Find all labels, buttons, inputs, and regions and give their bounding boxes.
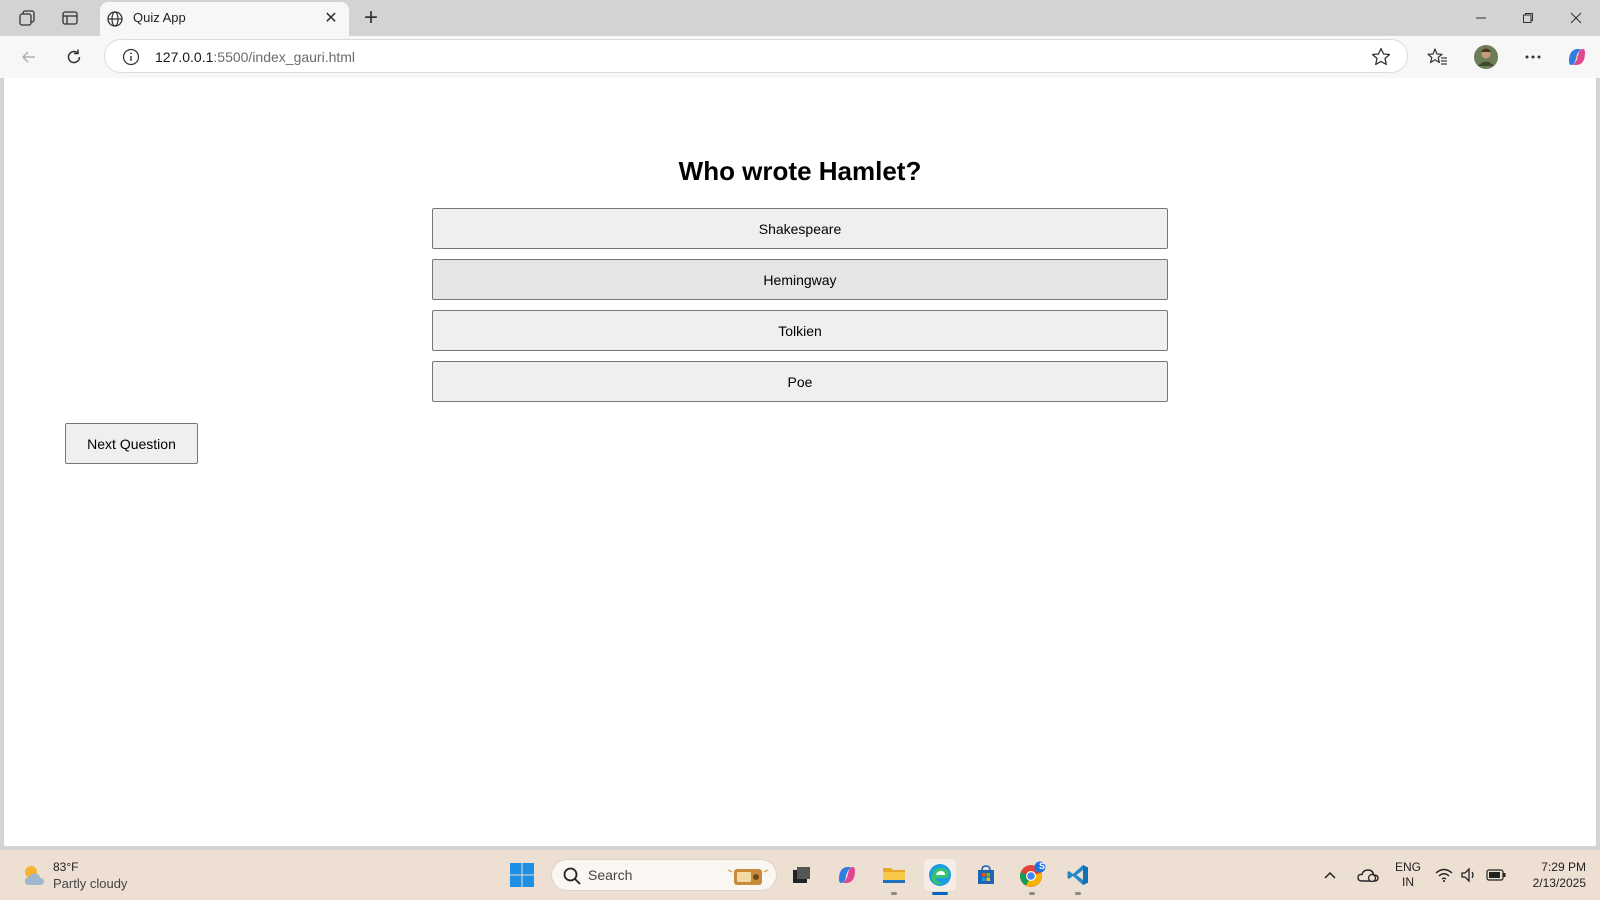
close-window-icon[interactable]: [1561, 6, 1591, 30]
vscode-icon[interactable]: [1062, 859, 1094, 895]
answer-button-tolkien[interactable]: Tolkien: [432, 310, 1168, 351]
answer-button-shakespeare[interactable]: Shakespeare: [432, 208, 1168, 249]
close-tab-icon[interactable]: ✕: [321, 8, 341, 28]
page-viewport: Who wrote Hamlet? Shakespeare Hemingway …: [4, 78, 1596, 846]
taskbar: 83°F Partly cloudy Search S ENG IN 7:29 …: [0, 850, 1600, 900]
search-highlight-radio-icon: [727, 869, 769, 885]
next-question-button[interactable]: Next Question: [65, 423, 198, 464]
edge-icon[interactable]: [924, 859, 956, 895]
browser-toolbar: 127.0.0.1:5500/index_gauri.html: [0, 36, 1600, 78]
url-host: 127.0.0.1: [155, 49, 214, 65]
clock-time: 7:29 PM: [1541, 860, 1586, 874]
chrome-icon[interactable]: S: [1016, 859, 1048, 895]
copilot-sidebar-icon[interactable]: [1563, 43, 1591, 71]
question-heading: Who wrote Hamlet?: [678, 156, 922, 186]
copilot-icon[interactable]: [831, 859, 863, 891]
minimize-icon[interactable]: [1466, 6, 1496, 30]
url-text[interactable]: 127.0.0.1:5500/index_gauri.html: [155, 49, 355, 65]
running-indicator: [1075, 892, 1081, 895]
partly-cloudy-icon: [25, 866, 44, 885]
tab-title: Quiz App: [133, 10, 186, 25]
tab-quiz-app[interactable]: Quiz App ✕: [100, 2, 349, 36]
chrome-profile-badge: S: [1038, 861, 1045, 871]
address-bar[interactable]: 127.0.0.1:5500/index_gauri.html: [104, 39, 1408, 73]
weather-description: Partly cloudy: [53, 876, 128, 891]
new-tab-icon[interactable]: +: [358, 4, 384, 31]
workspaces-icon[interactable]: [14, 6, 40, 30]
more-options-icon[interactable]: [1519, 43, 1547, 71]
clock[interactable]: 7:29 PM 2/13/2025: [1533, 859, 1586, 891]
region-code: IN: [1402, 875, 1414, 889]
favorite-star-icon[interactable]: [1369, 45, 1393, 69]
volume-icon[interactable]: [1459, 865, 1479, 885]
taskbar-search[interactable]: Search: [551, 859, 777, 891]
favorites-icon[interactable]: [1423, 43, 1451, 71]
site-info-icon[interactable]: [121, 47, 141, 67]
tab-strip: Quiz App ✕ +: [0, 0, 1600, 36]
url-path: :5500/index_gauri.html: [213, 49, 356, 65]
running-indicator: [891, 892, 897, 895]
answer-button-poe[interactable]: Poe: [432, 361, 1168, 402]
globe-icon: [107, 11, 123, 27]
running-indicator: [1029, 892, 1035, 895]
onedrive-icon[interactable]: [1356, 865, 1380, 885]
language-code: ENG: [1394, 860, 1421, 874]
task-view-icon[interactable]: [785, 859, 817, 891]
wifi-icon[interactable]: [1434, 865, 1454, 885]
restore-icon[interactable]: [1513, 6, 1543, 30]
language-indicator[interactable]: ENG IN: [1393, 860, 1423, 890]
back-icon[interactable]: [16, 44, 42, 70]
store-icon[interactable]: [970, 859, 1002, 891]
vertical-tabs-icon[interactable]: [57, 6, 83, 30]
profile-avatar[interactable]: [1472, 43, 1500, 71]
refresh-icon[interactable]: [61, 44, 87, 70]
clock-date: 2/13/2025: [1532, 876, 1586, 890]
answer-button-hemingway[interactable]: Hemingway: [432, 259, 1168, 300]
start-icon[interactable]: [506, 859, 538, 891]
battery-icon[interactable]: [1484, 865, 1508, 885]
file-explorer-icon[interactable]: [878, 859, 910, 895]
weather-temperature: 83°F: [53, 860, 79, 874]
search-label: Search: [588, 867, 633, 883]
search-icon: [563, 867, 581, 885]
active-indicator: [932, 892, 948, 895]
chevron-up-icon[interactable]: [1320, 865, 1340, 885]
